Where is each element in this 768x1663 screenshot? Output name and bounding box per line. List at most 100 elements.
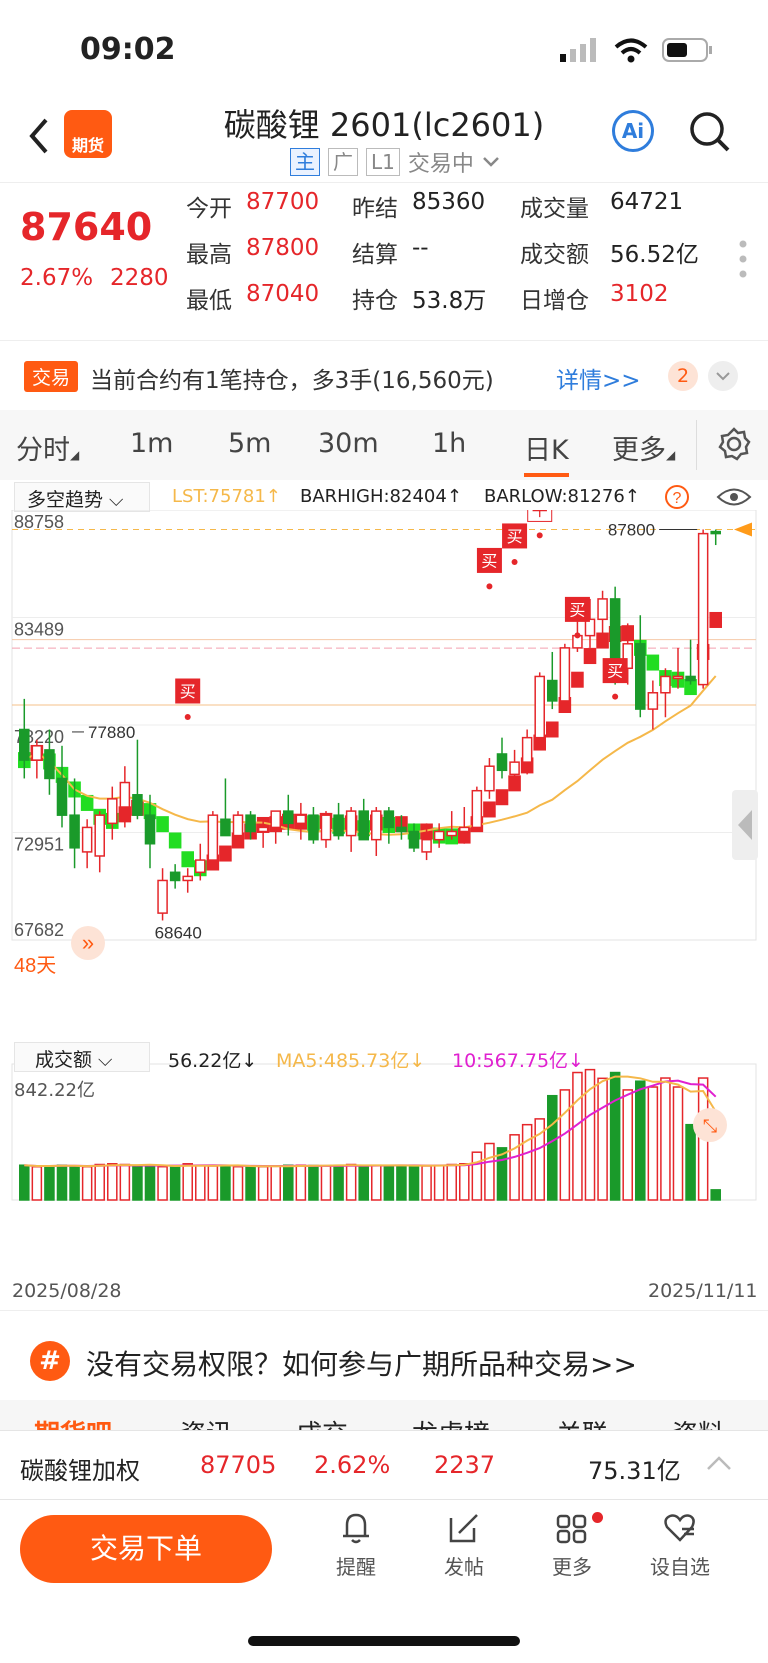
candle-body [295, 814, 307, 825]
open-interest-value: 53.8万 [412, 288, 487, 314]
tab-forum[interactable]: 期货吧 [34, 1414, 112, 1430]
days-label: 48天 [14, 955, 56, 977]
candle-body [207, 814, 219, 861]
volume-bar [685, 1123, 696, 1201]
candle-body [345, 810, 357, 837]
tag-guang[interactable]: 广 [328, 148, 358, 176]
status-time: 09:02 [80, 32, 176, 67]
signal-dot [511, 558, 518, 565]
tag-main[interactable]: 主 [290, 148, 320, 176]
tab-daily-k[interactable]: 日K [524, 428, 569, 477]
weighted-index-row[interactable]: 碳酸锂加权 87705 2.62% 2237 75.31亿 [0, 1430, 768, 1500]
candle-body [157, 879, 168, 914]
candle-body [232, 814, 244, 837]
eye-icon[interactable] [716, 486, 752, 508]
notification-count-badge: 2 [668, 361, 698, 391]
indicator-name: 多空趋势 [27, 489, 104, 511]
volume-bar [169, 1166, 181, 1201]
search-icon[interactable] [688, 110, 732, 154]
price-axis-label: 72951 [14, 835, 64, 855]
tab-1h[interactable]: 1h [432, 428, 466, 459]
kline-chart-area[interactable]: 88758 83489 78220 72951 67682 87800 68640 77880… [0, 496, 768, 1310]
candle-body [609, 598, 621, 670]
volume-bar [433, 1164, 445, 1201]
chevron-down-icon [483, 157, 499, 167]
low-label: 最低 [186, 288, 232, 314]
trend-block [709, 611, 722, 628]
tab-dragon-tiger[interactable]: 龙虎榜 [412, 1414, 490, 1430]
tab-related[interactable]: 关联 [556, 1414, 608, 1430]
more-vertical-icon[interactable] [738, 239, 748, 279]
tab-trades[interactable]: 成交 [296, 1414, 348, 1430]
ai-button[interactable]: Ai [612, 110, 654, 152]
signal-tag-label: 买 [569, 601, 585, 619]
volume-bar [119, 1163, 131, 1201]
candle-body [446, 830, 457, 837]
signal-dot [612, 693, 619, 700]
position-detail-link[interactable]: 详情>> [556, 361, 641, 395]
candle-body [69, 814, 80, 849]
help-icon[interactable]: ? [664, 484, 690, 510]
weighted-price: 87705 [200, 1451, 277, 1479]
price-axis-label: 83489 [14, 620, 64, 640]
bell-icon [343, 1513, 369, 1544]
tab-5m[interactable]: 5m [228, 428, 271, 459]
trade-permission-cta[interactable]: # 没有交易权限？如何参与广期所品种交易>> [0, 1310, 768, 1410]
signal-dot [536, 532, 543, 539]
candle-body [484, 765, 495, 792]
tab-intraday[interactable]: 分时◢ [16, 428, 79, 467]
chevron-up-icon[interactable] [706, 1455, 732, 1471]
settings-gear-icon[interactable] [716, 426, 752, 462]
volume-bar [396, 1164, 407, 1201]
alert-button[interactable]: 提醒 [316, 1510, 396, 1580]
more-button[interactable]: 更多 [532, 1510, 612, 1580]
candle-body [672, 675, 684, 680]
kline-chart[interactable]: 8875883489782207295167682878006864077880… [0, 496, 768, 1310]
trend-block [495, 789, 509, 806]
volume-bar [295, 1164, 307, 1201]
low-annotation: 68640 [155, 923, 202, 942]
grid-icon [556, 1514, 587, 1544]
volume-bar [345, 1163, 357, 1201]
watchlist-button[interactable]: 设自选 [640, 1510, 720, 1580]
home-indicator [248, 1636, 520, 1646]
indicator-barlow: BARLOW:81276↑ [484, 486, 640, 507]
candle-body [459, 826, 470, 833]
candle-body [119, 781, 131, 808]
volume-bar [132, 1165, 143, 1201]
tab-news[interactable]: 资讯 [180, 1414, 232, 1430]
volume-bar [56, 1164, 68, 1201]
candle-body [358, 810, 369, 841]
subtitle: 主 广 L1 交易中 [290, 146, 500, 178]
prev-settle-label: 昨结 [352, 196, 398, 222]
watchlist-label: 设自选 [650, 1555, 710, 1579]
status-bar: 09:02 [0, 0, 768, 100]
volume-name: 成交额 [35, 1049, 93, 1071]
expand-button[interactable] [708, 361, 738, 391]
last-price-pointer [734, 522, 752, 537]
candle-body [660, 675, 671, 694]
tab-more[interactable]: 更多◢ [612, 428, 675, 467]
daily-oi-change-value: 3102 [610, 281, 669, 307]
tab-profile[interactable]: 资料 [672, 1414, 724, 1430]
candle-body [270, 810, 281, 829]
volume-expand-glyph: ⤡ [703, 1116, 717, 1136]
trading-status[interactable]: 交易中 [408, 146, 474, 178]
indicator-selector[interactable]: 多空趋势 ⌵ [14, 482, 150, 512]
tab-30m[interactable]: 30m [318, 428, 379, 459]
post-button[interactable]: 发帖 [424, 1510, 504, 1580]
candle-body [245, 814, 256, 833]
volume-selector[interactable]: 成交额 ⌵ [14, 1042, 150, 1072]
position-banner[interactable]: 交易 当前合约有1笔持仓，多3手(16,560元) 详情>> 2 [0, 340, 768, 408]
daily-oi-change-label: 日增仓 [520, 288, 589, 314]
tab-1m[interactable]: 1m [130, 428, 173, 459]
wifi-icon [614, 38, 648, 63]
candle-body [534, 675, 545, 739]
date-start: 2025/08/28 [12, 1280, 122, 1302]
candle-body [195, 859, 206, 874]
candle-body [396, 826, 407, 833]
tag-l1[interactable]: L1 [366, 148, 400, 176]
trade-order-button[interactable]: 交易下单 [20, 1515, 272, 1583]
indicator-barhigh: BARHIGH:82404↑ [300, 486, 462, 507]
alert-label: 提醒 [336, 1555, 376, 1579]
